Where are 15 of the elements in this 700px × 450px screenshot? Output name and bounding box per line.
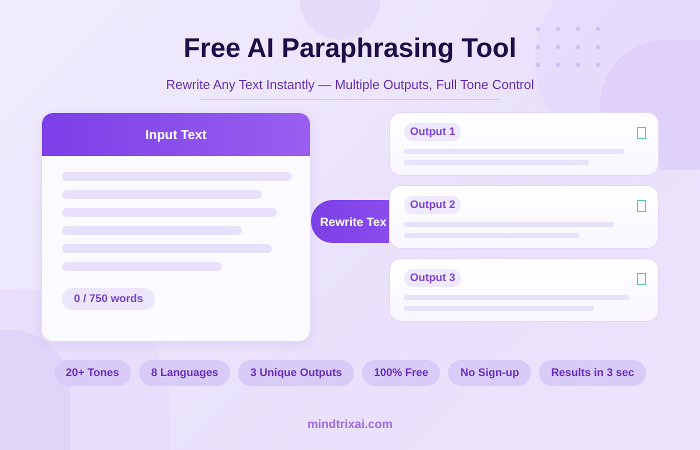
feature-tag: No Sign-up [448,360,532,386]
output-label: Output 2 [404,196,462,214]
website-url: mindtrixai.com [307,417,393,431]
subtitle: Rewrite Any Text Instantly — Multiple Outputs, Full Tone Control [166,77,534,92]
word-count: 0 / 750 words [62,288,156,310]
output-label: Output 3 [404,269,462,287]
card-header: Input Text [42,113,310,156]
feature-tag: 8 Languages [139,360,230,386]
feature-tag: 100% Free [362,360,440,386]
feature-tag: 20+ Tones [54,360,132,386]
feature-tag: 3 Unique Outputs [238,360,354,386]
output-label: Output 1 [404,123,462,141]
feature-tag: Results in 3 sec [539,360,646,386]
rewrite-button[interactable]: Rewrite Tex [311,200,389,243]
page-title: Free AI Paraphrasing Tool [183,33,517,64]
